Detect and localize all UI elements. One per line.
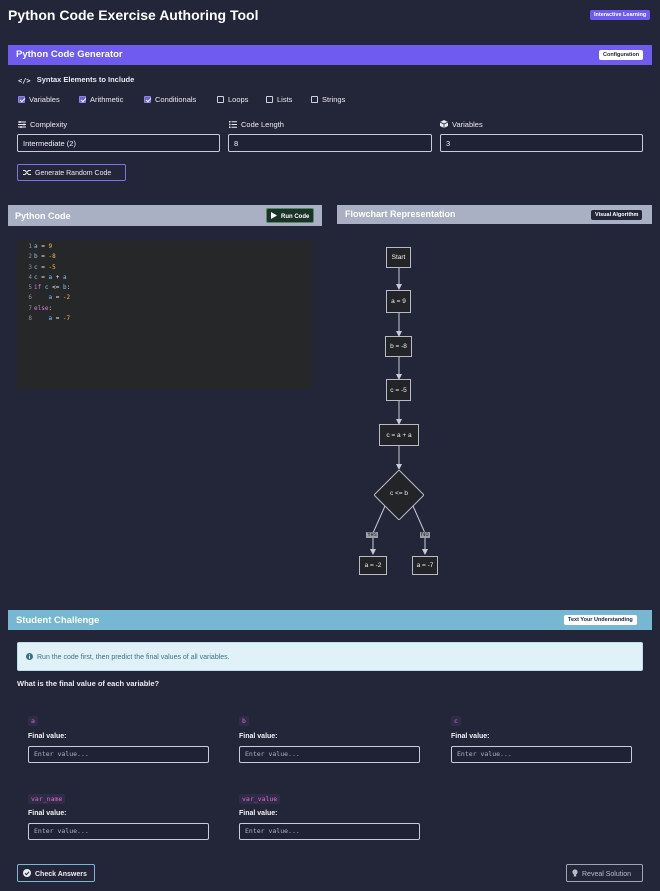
checkbox-loops-label: Loops (228, 95, 249, 104)
variable-label-var-value: var_value (239, 794, 281, 804)
checkbox-strings[interactable]: Strings (311, 95, 345, 104)
variables-input[interactable]: 3 (440, 134, 643, 152)
answer-input-b[interactable]: Enter value... (239, 746, 420, 763)
variable-label-a: a (28, 716, 38, 726)
checkbox-variables-label: Variables (29, 95, 60, 104)
code-length-label: Code Length (229, 120, 284, 130)
challenge-header: Student Challenge Text Your Understandin… (8, 610, 652, 630)
flowchart-no-label: No (420, 532, 430, 538)
variable-label-b: b (239, 716, 249, 726)
code-line: 2b = -8 (28, 253, 56, 261)
generate-button-label: Generate Random Code (35, 170, 112, 177)
code-line: 6 a = -2 (28, 294, 71, 302)
flowchart-title: Flowchart Representation (345, 209, 456, 219)
configuration-badge: Configuration (599, 50, 644, 60)
checkbox-conditionals[interactable]: Conditionals (144, 95, 196, 104)
checkbox-lists[interactable]: Lists (266, 95, 292, 104)
interactive-learning-badge: Interactive Learning (590, 10, 651, 20)
checkbox-conditionals-box[interactable] (144, 96, 151, 103)
answer-input-var-value[interactable]: Enter value... (239, 823, 420, 840)
final-value-label: Final value: (28, 810, 67, 817)
code-length-input[interactable]: 8 (228, 134, 432, 152)
shuffle-icon (23, 169, 31, 178)
checkbox-arithmetic-box[interactable] (79, 96, 86, 103)
checkbox-lists-label: Lists (277, 95, 293, 104)
flowchart-decision-label: c <= b (389, 490, 409, 497)
code-length-label-text: Code Length (241, 120, 284, 129)
generator-header: Python Code Generator Configuration (8, 45, 652, 65)
generator-title: Python Code Generator (16, 49, 123, 60)
answer-input-c[interactable]: Enter value... (451, 746, 632, 763)
reveal-solution-button[interactable]: Reveal Solution (566, 864, 643, 882)
checkbox-lists-box[interactable] (266, 96, 273, 103)
generate-button[interactable]: Generate Random Code (17, 164, 126, 181)
variable-label-var-name: var_name (28, 794, 66, 804)
app-title: Python Code Exercise Authoring Tool (8, 7, 259, 23)
checkbox-variables[interactable]: Variables (18, 95, 60, 104)
checkbox-conditionals-label: Conditionals (155, 95, 197, 104)
challenge-title: Student Challenge (16, 615, 100, 626)
run-code-label: Run Code (281, 214, 310, 220)
flowchart-yes-label: Yes (366, 532, 378, 538)
final-value-label: Final value: (28, 733, 67, 740)
code-panel-header: Python Code Run Code (8, 205, 322, 226)
flowchart-edges (370, 268, 428, 555)
info-box: Run the code first, then predict the fin… (17, 642, 643, 671)
flowchart-no-node: a = -7 (412, 556, 438, 575)
code-line: 5 if c <= b: (28, 284, 71, 292)
flowchart-node-c: c = -5 (386, 379, 411, 401)
complexity-select[interactable]: Intermediate (2) (17, 134, 220, 152)
code-line: 1a = 9 (28, 243, 53, 250)
checkbox-variables-box[interactable] (18, 96, 25, 103)
reveal-solution-label: Reveal Solution (582, 871, 632, 878)
syntax-label-text: Syntax Elements to Include (36, 75, 135, 84)
understanding-badge: Text Your Understanding (564, 615, 637, 625)
syntax-label: </> Syntax Elements to Include (18, 75, 134, 85)
code-editor[interactable]: 1a = 9 2b = -8 3c = -5 4c = a + a 5 if c … (17, 240, 313, 389)
variables-label: Variables (439, 120, 483, 130)
flowchart-node-c-sum: c = a + a (379, 424, 419, 446)
check-answers-label: Check Answers (35, 871, 87, 878)
flowchart-header: Flowchart Representation Visual Algorith… (337, 205, 652, 224)
code-panel-title: Python Code (15, 211, 71, 221)
checkbox-loops-box[interactable] (217, 96, 224, 103)
final-value-label: Final value: (451, 733, 490, 740)
lightbulb-icon (572, 869, 578, 879)
code-icon: </> (18, 77, 31, 85)
check-circle-icon (23, 869, 31, 879)
question-text: What is the final value of each variable… (17, 679, 160, 688)
checkbox-strings-label: Strings (322, 95, 346, 104)
complexity-label: Complexity (18, 120, 67, 130)
code-line: 8 a = -7 (28, 315, 71, 323)
answer-input-a[interactable]: Enter value... (28, 746, 209, 763)
cube-icon (439, 120, 449, 130)
info-icon (26, 653, 33, 662)
check-answers-button[interactable]: Check Answers (17, 864, 95, 882)
flowchart-start-node: Start (386, 247, 411, 268)
flowchart-node-b: b = -8 (385, 336, 412, 357)
final-value-label: Final value: (239, 810, 278, 817)
list-icon (229, 121, 237, 130)
variables-label-text: Variables (452, 120, 483, 129)
play-icon (271, 212, 277, 221)
visual-algorithm-badge: Visual Algorithm (591, 210, 643, 220)
checkbox-strings-box[interactable] (311, 96, 318, 103)
answer-input-var-name[interactable]: Enter value... (28, 823, 209, 840)
variable-label-c: c (451, 716, 461, 726)
code-line: 7 else: (28, 304, 53, 312)
code-line: 4c = a + a (28, 273, 67, 281)
sliders-icon (18, 121, 26, 130)
run-code-button[interactable]: Run Code (266, 208, 314, 223)
checkbox-arithmetic[interactable]: Arithmetic (79, 95, 123, 104)
complexity-label-text: Complexity (30, 120, 68, 129)
checkbox-loops[interactable]: Loops (217, 95, 248, 104)
flowchart-yes-node: a = -2 (359, 556, 387, 575)
checkbox-arithmetic-label: Arithmetic (90, 95, 124, 104)
code-line: 3c = -5 (28, 263, 56, 271)
final-value-label: Final value: (239, 733, 278, 740)
info-text: Run the code first, then predict the fin… (37, 654, 230, 661)
flowchart-node-a: a = 9 (386, 290, 411, 313)
